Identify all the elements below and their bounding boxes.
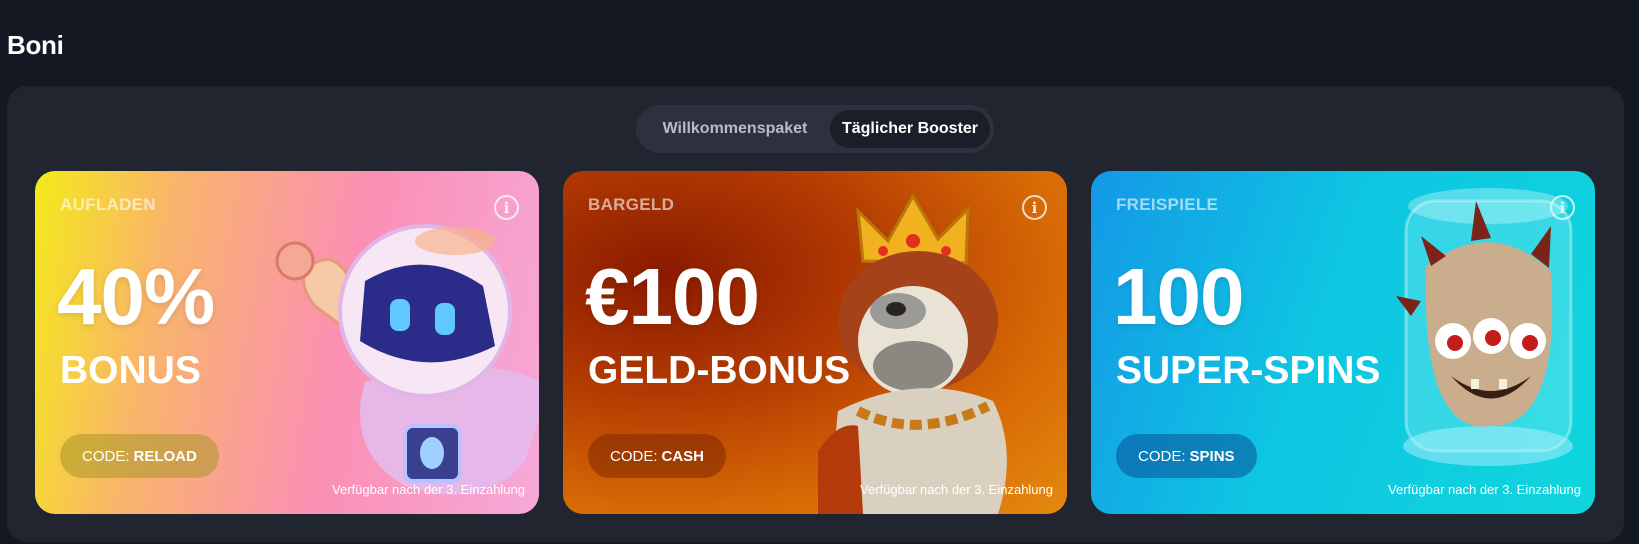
card-kind: BARGELD (588, 195, 675, 214)
code-prefix: CODE: (82, 447, 130, 465)
card-amount: €100 (585, 252, 760, 341)
card-kind: FREISPIELE (1116, 195, 1219, 214)
info-icon[interactable]: i (1022, 195, 1047, 220)
monster-in-jar-illustration (1396, 188, 1573, 466)
availability-note: Verfügbar nach der 3. Einzahlung (332, 482, 525, 497)
astronaut-robot-illustration (275, 224, 539, 495)
code-button[interactable]: CODE: RELOAD (60, 434, 219, 478)
code-value: RELOAD (133, 447, 197, 465)
code-button[interactable]: CODE: CASH (588, 434, 727, 478)
availability-note: Verfügbar nach der 3. Einzahlung (860, 482, 1053, 497)
bonus-tabs: Willkommenspaket Täglicher Booster (636, 105, 994, 153)
tab-willkommenspaket[interactable]: Willkommenspaket (640, 110, 830, 148)
page-title: Boni (7, 30, 64, 60)
card-label: BONUS (60, 349, 201, 392)
code-value: CASH (661, 447, 705, 465)
card-amount: 40% (57, 252, 215, 341)
bonus-card-spins[interactable]: FREISPIELE i 100 SUPER-SPINS CODE: SPINS… (1091, 171, 1595, 514)
code-button[interactable]: CODE: SPINS (1116, 434, 1257, 478)
card-kind: AUFLADEN (60, 195, 156, 214)
card-label: SUPER-SPINS (1116, 349, 1381, 392)
code-value: SPINS (1189, 447, 1235, 465)
card-label: GELD-BONUS (588, 349, 851, 392)
code-prefix: CODE: (1138, 447, 1186, 465)
bonus-card-cash[interactable]: BARGELD i €100 GELD-BONUS CODE: CASH Ver… (563, 171, 1067, 514)
bonus-card-reload[interactable]: AUFLADEN i 40% BONUS CODE: RELOAD Verfüg… (35, 171, 539, 514)
tab-taeglicher-booster[interactable]: Täglicher Booster (830, 110, 990, 148)
card-amount: 100 (1113, 252, 1244, 341)
code-prefix: CODE: (610, 447, 658, 465)
availability-note: Verfügbar nach der 3. Einzahlung (1388, 482, 1581, 497)
